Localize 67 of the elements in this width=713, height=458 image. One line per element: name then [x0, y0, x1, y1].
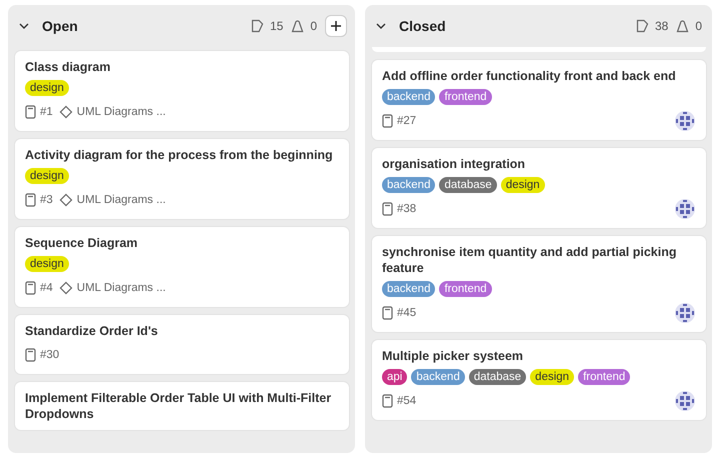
issue-number: #1 — [40, 106, 53, 118]
milestone-icon — [58, 281, 73, 295]
issue-icon — [382, 202, 393, 216]
label-tag[interactable]: frontend — [439, 281, 492, 297]
issue-title[interactable]: Implement Filterable Order Table UI with Multi-Filter Dropdowns — [25, 390, 339, 422]
label-tag[interactable]: frontend — [578, 369, 630, 385]
label-tag[interactable]: design — [25, 256, 69, 272]
issue-title[interactable]: Multiple picker systeem — [382, 348, 696, 364]
avatar-icon[interactable] — [674, 302, 696, 324]
avatar-icon[interactable] — [674, 198, 696, 220]
issue-icon — [382, 394, 393, 408]
issue-number: #30 — [40, 349, 60, 361]
issue-card[interactable]: Add offline order functionality front and back end backend frontend #27 — [372, 60, 706, 140]
issue-card[interactable]: Multiple picker systeem api backend database design frontend #54 — [372, 340, 706, 420]
issue-number: #38 — [397, 203, 416, 215]
issue-icon — [25, 348, 36, 362]
weight-count: 0 — [310, 19, 317, 33]
issue-icon — [25, 105, 36, 119]
weight-count: 0 — [695, 19, 702, 33]
avatar-icon[interactable] — [674, 390, 696, 412]
avatar-icon[interactable] — [674, 110, 696, 132]
issue-title[interactable]: organisation integration — [382, 156, 696, 172]
milestone-icon — [58, 105, 73, 119]
issue-card[interactable]: synchronise item quantity and add partial picking feature backend frontend #45 — [372, 236, 706, 332]
issue-icon — [25, 193, 36, 207]
issue-number: #45 — [397, 307, 416, 319]
issue-title[interactable]: Add offline order functionality front and back end — [382, 68, 696, 84]
milestone-name[interactable]: UML Diagrams ... — [76, 106, 166, 118]
issue-title[interactable]: Sequence Diagram — [25, 235, 339, 251]
label-tag[interactable]: design — [25, 80, 69, 96]
label-tag[interactable]: api — [382, 369, 408, 385]
issue-count: 15 — [270, 19, 284, 33]
label-tag[interactable]: database — [439, 177, 497, 193]
document-icon — [250, 19, 264, 33]
column-title: Closed — [399, 18, 446, 34]
issue-icon — [25, 281, 36, 295]
issue-number: #54 — [397, 395, 416, 407]
label-tag[interactable]: design — [25, 168, 69, 184]
issue-number: #4 — [40, 282, 53, 294]
issue-title[interactable]: Activity diagram for the process from the beginning — [25, 147, 339, 163]
plus-icon — [330, 20, 342, 32]
issue-card[interactable]: Activity diagram for the process from the beginning design #3 UML Diagrams ... — [15, 139, 349, 219]
issue-card[interactable]: Sequence Diagram design #4 UML Diagrams ... — [15, 227, 349, 307]
issue-card[interactable]: Standardize Order Id's #30 — [15, 315, 349, 374]
issue-number: #27 — [397, 115, 416, 127]
column-title: Open — [42, 18, 78, 34]
issue-card[interactable]: Class diagram design #1 UML Diagrams ... — [15, 51, 349, 131]
document-icon — [636, 19, 649, 33]
milestone-icon — [58, 193, 73, 207]
issue-title[interactable]: synchronise item quantity and add partial picking feature — [382, 244, 696, 276]
weight-icon — [676, 19, 690, 33]
issue-number: #3 — [40, 194, 53, 206]
issue-title[interactable]: Class diagram — [25, 59, 339, 75]
label-tag[interactable]: database — [468, 369, 526, 385]
label-tag[interactable]: frontend — [439, 89, 492, 105]
issue-title[interactable]: Standardize Order Id's — [25, 323, 339, 339]
issue-icon — [382, 306, 393, 320]
label-tag[interactable]: design — [500, 177, 545, 193]
issue-card[interactable]: organisation integration backend database design #38 — [372, 148, 706, 228]
issue-count: 38 — [654, 19, 668, 33]
add-button[interactable] — [325, 15, 347, 37]
weight-icon — [291, 19, 304, 33]
issue-icon — [382, 114, 393, 128]
milestone-name[interactable]: UML Diagrams ... — [76, 194, 166, 206]
issue-card[interactable]: Implement Filterable Order Table UI with Multi-Filter Dropdowns — [15, 382, 349, 430]
label-tag[interactable]: design — [530, 369, 574, 385]
milestone-name[interactable]: UML Diagrams ... — [76, 282, 166, 294]
